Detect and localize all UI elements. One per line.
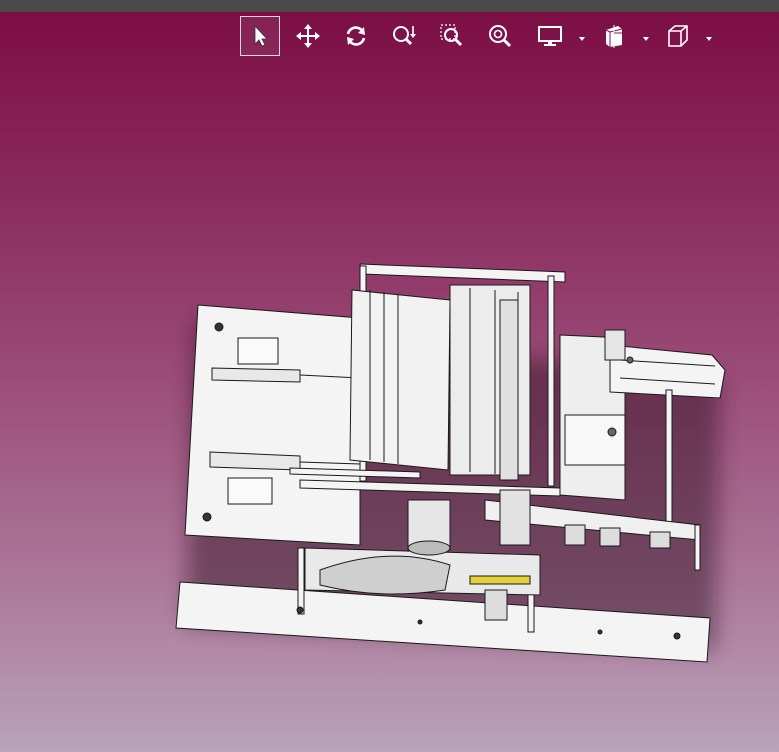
section-view-button[interactable] xyxy=(594,16,634,56)
graphics-area[interactable] xyxy=(0,56,779,752)
zoom-in-out-button[interactable] xyxy=(384,16,424,56)
zoom-in-out-icon xyxy=(393,26,416,46)
caret-down-icon xyxy=(706,37,712,41)
window-title-bar xyxy=(0,0,779,12)
section-view-icon xyxy=(605,25,623,48)
zoom-to-area-button[interactable] xyxy=(432,16,472,56)
cube-view-icon xyxy=(668,25,688,47)
caret-down-icon xyxy=(643,37,649,41)
section-view-dropdown[interactable] xyxy=(641,31,651,41)
display-style-dropdown[interactable] xyxy=(577,31,587,41)
zoom-fit-icon xyxy=(489,25,512,48)
rotate-tool-button[interactable] xyxy=(336,16,376,56)
zoom-to-fit-button[interactable] xyxy=(480,16,520,56)
move-arrows-icon xyxy=(296,24,320,48)
cursor-arrow-icon xyxy=(254,24,268,47)
caret-down-icon xyxy=(579,37,585,41)
view-orientation-dropdown[interactable] xyxy=(704,31,714,41)
rotate-icon xyxy=(346,26,366,46)
monitor-icon xyxy=(538,26,562,46)
assembly-machine-3d-model[interactable] xyxy=(0,56,779,752)
select-tool-button[interactable] xyxy=(240,16,280,56)
display-style-button[interactable] xyxy=(530,16,570,56)
view-orientation-button[interactable] xyxy=(658,16,698,56)
pan-tool-button[interactable] xyxy=(288,16,328,56)
zoom-area-icon xyxy=(440,24,463,47)
